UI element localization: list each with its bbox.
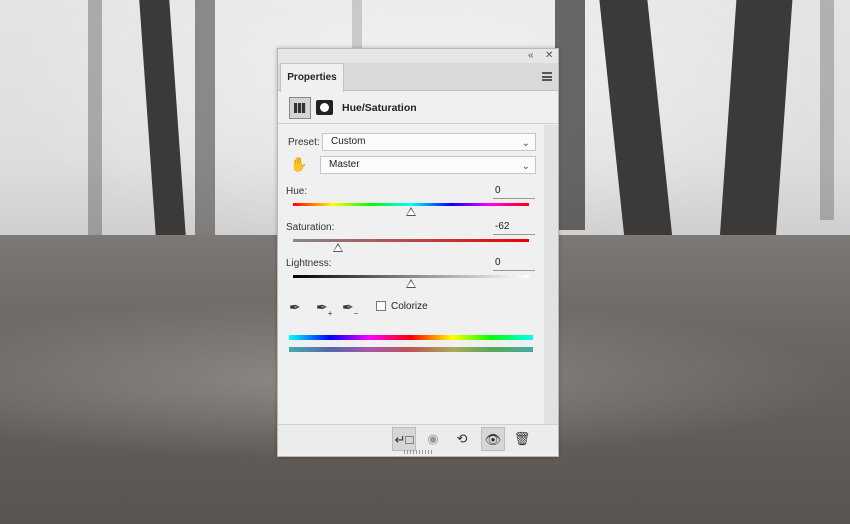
adjustment-title: Hue/Saturation [342,102,417,114]
tree-trunk [88,0,102,240]
close-icon[interactable]: ✕ [545,50,553,62]
layer-mask-icon[interactable] [316,100,333,115]
lightness-slider-track[interactable] [293,275,529,278]
view-previous-button[interactable]: ◉ [421,427,445,451]
colorize-checkbox[interactable] [376,301,386,311]
double-chevron-left-icon[interactable]: « [528,50,534,62]
hue-value-field[interactable]: 0 [493,185,535,199]
input-color-bar [289,335,533,340]
lightness-slider-thumb[interactable] [406,279,416,288]
hue-saturation-icon[interactable] [289,97,311,119]
output-color-bar [289,347,533,352]
view-previous-state-icon: ◉ [427,431,439,446]
eyedropper-subtract-icon[interactable]: ✒− [342,299,358,318]
eyedropper-icon[interactable]: ✒ [289,299,301,316]
hue-label: Hue: [286,186,308,197]
chevron-down-icon: ⌄ [521,138,530,149]
channel-value: Master [329,159,360,170]
panel-footer: ↵□ ◉ ⟲ 👁 🗑 [278,424,558,452]
clip-to-layer-icon: ↵□ [394,432,414,447]
lightness-label: Lightness: [286,258,332,269]
delete-button[interactable]: 🗑 [510,427,534,451]
tab-properties[interactable]: Properties [280,63,344,92]
trash-icon: 🗑 [513,431,531,446]
preset-select[interactable]: Custom ⌄ [322,133,536,151]
clip-to-layer-button[interactable]: ↵□ [392,427,416,451]
chevron-down-icon: ⌄ [521,161,530,172]
saturation-slider-track[interactable] [293,239,529,242]
visibility-eye-icon: 👁 [484,432,502,447]
reset-button[interactable]: ⟲ [450,427,474,451]
panel-resize-grip[interactable] [404,450,432,454]
hue-slider-track[interactable] [293,203,529,206]
properties-panel: « ✕ Properties Hue/Saturation Preset: Cu… [277,48,559,457]
tree-trunk [195,0,215,235]
saturation-value-field[interactable]: -62 [493,221,535,235]
panel-titlebar[interactable]: « ✕ [278,49,558,63]
eyedropper-add-icon[interactable]: ✒+ [316,299,332,318]
preset-label: Preset: [288,137,320,148]
tree-trunk [555,0,585,230]
panel-scrollbar[interactable] [544,125,558,424]
panel-menu-icon[interactable] [542,72,552,81]
saturation-label: Saturation: [286,222,335,233]
tab-row: Properties [278,63,558,92]
channel-select[interactable]: Master ⌄ [320,156,536,174]
tree-trunk [820,0,834,220]
lightness-value-field[interactable]: 0 [493,257,535,271]
saturation-slider-thumb[interactable] [332,243,343,252]
preset-value: Custom [331,136,366,147]
reset-icon: ⟲ [456,431,468,446]
targeted-adjustment-hand-icon[interactable]: ✋ [290,155,308,173]
visibility-button[interactable]: 👁 [481,427,505,451]
hue-slider-thumb[interactable] [406,207,416,216]
colorize-label: Colorize [391,301,428,312]
adjustment-header: Hue/Saturation [278,92,558,124]
